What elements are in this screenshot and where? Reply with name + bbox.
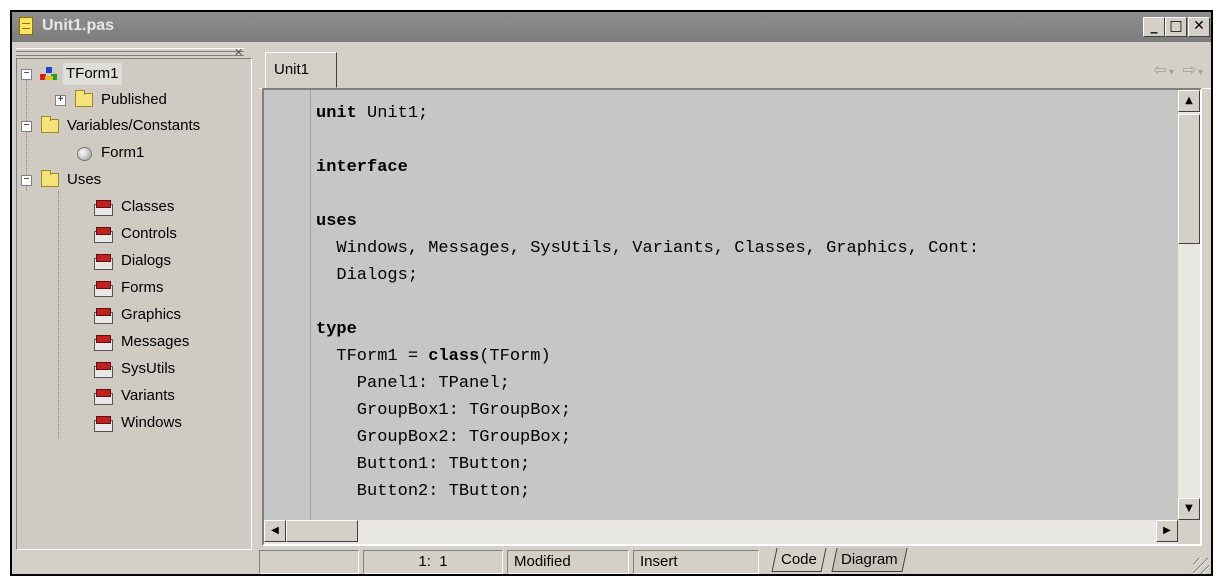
tree-node-unit[interactable]: Dialogs [17,250,247,272]
dropdown-icon[interactable]: ▾ [1169,67,1176,78]
title-bar[interactable]: Unit1.pas _ □ ✕ [12,12,1211,42]
scroll-left-icon[interactable]: ◀ [264,520,286,542]
modified-indicator: Modified [507,550,629,574]
tab-code[interactable]: Code [771,548,827,572]
delphi-unit-icon [93,388,113,405]
tree-node-unit[interactable]: Controls [17,223,247,245]
forward-arrow-icon[interactable]: ⇨ [1183,62,1198,79]
tree-label-root: TForm1 [63,63,122,85]
dropdown-icon[interactable]: ▾ [1198,67,1205,78]
window-title: Unit1.pas [42,17,115,34]
code-line[interactable]: Windows, Messages, SysUtils, Variants, C… [316,235,1178,262]
editor-tab-strip: Unit1 ⇦▾ ⇨▾ [259,50,1211,89]
tree-node-uses[interactable]: − Uses [17,169,247,191]
tree-label-unit: Graphics [121,306,182,323]
vertical-scrollbar[interactable]: ▲ ▼ [1178,90,1200,520]
tree-label-unit: Forms [121,279,164,296]
component-icon [75,145,93,161]
folder-icon [41,116,59,133]
tree-label-unit: Variants [121,387,175,404]
delphi-unit-icon [93,253,113,270]
tree-label-variables-constants: Variables/Constants [67,117,201,134]
code-line[interactable]: type [316,316,1178,343]
tree-label-form1: Form1 [101,144,145,161]
delphi-unit-icon [93,415,113,432]
status-panel-blank [259,550,359,574]
tree-node-root[interactable]: − TForm1 [17,63,247,85]
collapse-toggle-icon[interactable]: − [21,175,32,186]
tree-label-unit: Windows [121,414,182,431]
scroll-right-icon[interactable]: ▶ [1156,520,1178,542]
tab-unit1[interactable]: Unit1 [265,52,337,88]
tree-node-form1[interactable]: Form1 [17,142,247,164]
tab-diagram[interactable]: Diagram [831,548,908,572]
insert-mode-indicator: Insert [633,550,759,574]
tree-node-published[interactable]: + Published [17,89,247,111]
size-grip[interactable] [1193,558,1209,574]
code-line[interactable]: TForm1 = class(TForm) [316,343,1178,370]
tree-label-unit: Messages [121,333,190,350]
code-editor[interactable]: unit Unit1; interface uses Windows, Messag… [262,88,1202,546]
editor-gutter[interactable] [264,90,311,520]
code-line[interactable]: interface [316,154,1178,181]
tree-label-unit: Dialogs [121,252,172,269]
code-line[interactable]: Button1: TButton; [316,451,1178,478]
back-arrow-icon[interactable]: ⇦ [1154,62,1169,79]
code-line[interactable]: Button2: TButton; [316,478,1178,505]
folder-icon [41,170,59,187]
delphi-unit-icon [93,334,113,351]
tree-label-unit: Controls [121,225,177,242]
code-line[interactable] [316,289,1178,316]
code-line[interactable]: GroupBox1: TGroupBox; [316,397,1178,424]
delphi-unit-icon [93,280,113,297]
code-line[interactable]: GroupBox2: TGroupBox; [316,424,1178,451]
explorer-dock-grip[interactable] [16,48,244,56]
horizontal-scroll-thumb[interactable] [286,520,358,542]
tree-node-unit[interactable]: Variants [17,385,247,407]
cursor-position: 1: 1 [363,550,503,574]
scrollbar-corner [1178,520,1200,544]
code-line[interactable] [316,181,1178,208]
tree-node-unit[interactable]: Forms [17,277,247,299]
tree-node-unit[interactable]: Windows [17,412,247,434]
code-explorer-tree[interactable]: − TForm1 + Published − Variables/Constan… [16,58,252,550]
tree-node-unit[interactable]: Graphics [17,304,247,326]
tree-node-unit[interactable]: Messages [17,331,247,353]
vertical-scroll-thumb[interactable] [1178,114,1200,244]
code-line[interactable]: uses [316,208,1178,235]
navigation-arrows[interactable]: ⇦▾ ⇨▾ [1154,60,1205,80]
status-bar: 1: 1 Modified Insert Code Diagram [259,548,1211,574]
maximize-button[interactable]: □ [1165,17,1187,37]
delphi-unit-icon [93,226,113,243]
tree-label-published: Published [101,91,167,108]
form-class-icon [40,67,57,80]
scroll-down-icon[interactable]: ▼ [1178,498,1200,520]
source-code[interactable]: unit Unit1; interface uses Windows, Messag… [316,100,1178,520]
delphi-unit-icon [93,199,113,216]
file-icon [19,17,33,35]
code-line[interactable]: unit Unit1; [316,100,1178,127]
collapse-toggle-icon[interactable]: − [21,121,32,132]
minimize-button[interactable]: _ [1143,17,1165,37]
horizontal-scrollbar[interactable]: ◀ ▶ [264,520,1178,544]
tree-node-variables-constants[interactable]: − Variables/Constants [17,115,247,137]
tree-node-unit[interactable]: Classes [17,196,247,218]
code-line[interactable]: Panel1: TPanel; [316,370,1178,397]
expand-toggle-icon[interactable]: + [55,95,66,106]
tree-label-uses: Uses [67,171,102,188]
tree-label-unit: SysUtils [121,360,176,377]
close-button[interactable]: ✕ [1188,17,1210,37]
editor-window: Unit1.pas _ □ ✕ ✕ − TForm1 + Published − [10,10,1213,576]
tree-label-unit: Classes [121,198,175,215]
folder-icon [75,90,93,107]
delphi-unit-icon [93,361,113,378]
tree-node-unit[interactable]: SysUtils [17,358,247,380]
code-line[interactable]: Dialogs; [316,262,1178,289]
code-line[interactable] [316,127,1178,154]
scroll-up-icon[interactable]: ▲ [1178,90,1200,112]
delphi-unit-icon [93,307,113,324]
collapse-toggle-icon[interactable]: − [21,69,32,80]
